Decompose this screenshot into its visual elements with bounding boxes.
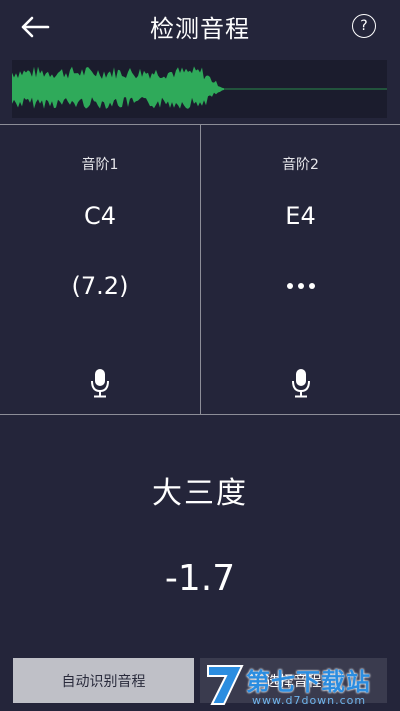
divider-bottom — [0, 414, 400, 415]
note-1-label: 音阶1 — [81, 157, 119, 173]
help-icon[interactable]: ? — [352, 14, 376, 38]
note-2-name: E4 — [285, 202, 316, 230]
auto-detect-button[interactable]: 自动识别音程 — [13, 658, 194, 703]
more-icon — [201, 283, 400, 289]
note-1-value: (7.2) — [71, 272, 129, 300]
header-bar: 检测音程 ? — [0, 0, 400, 56]
audio-waveform — [12, 60, 387, 118]
microphone-icon[interactable] — [291, 368, 311, 398]
page-title: 检测音程 — [150, 15, 250, 43]
microphone-icon[interactable] — [90, 368, 110, 398]
note-1-name: C4 — [83, 202, 117, 230]
interval-name: 大三度 — [152, 476, 248, 511]
note-2-label: 音阶2 — [282, 157, 319, 173]
note-panel-1: 音阶1 C4 (7.2) — [0, 124, 200, 415]
select-interval-button[interactable]: 选择音程 — [200, 658, 387, 703]
cents-deviation: -1.7 — [164, 558, 236, 599]
note-panel-2: 音阶2 E4 — [201, 124, 400, 415]
